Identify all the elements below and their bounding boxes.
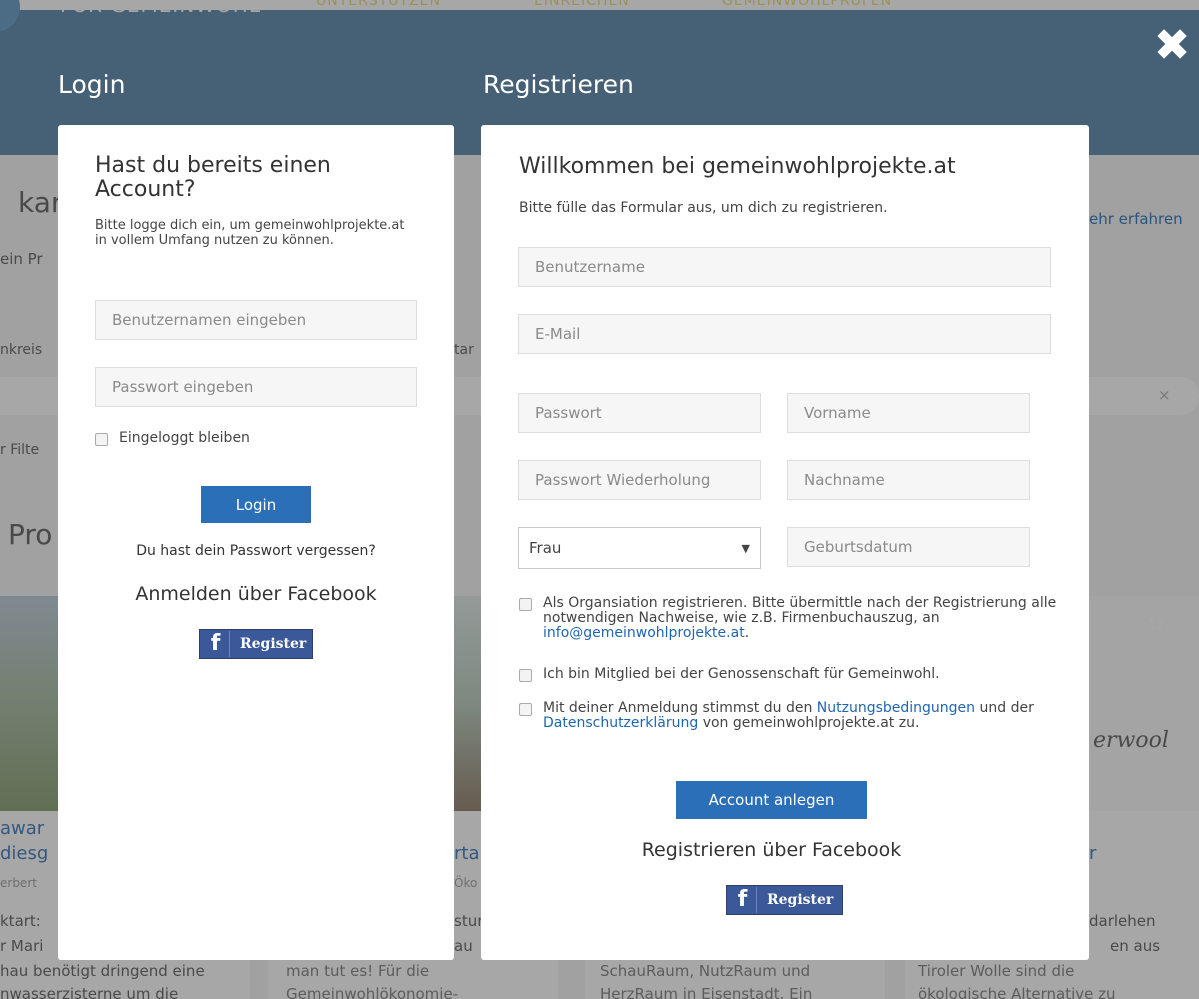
login-button[interactable]: Login bbox=[201, 486, 311, 523]
member-label: Ich bin Mitglied bei der Genossenschaft … bbox=[543, 666, 940, 682]
terms-checkbox-row[interactable]: Mit deiner Anmeldung stimmst du den Nutz… bbox=[519, 701, 1059, 731]
checkbox-box[interactable] bbox=[519, 703, 532, 716]
login-section-title: Login bbox=[58, 70, 126, 99]
register-password-input[interactable] bbox=[518, 393, 761, 433]
gender-select-value: Frau bbox=[529, 539, 562, 557]
terms-link[interactable]: Nutzungsbedingungen bbox=[817, 700, 975, 716]
checkbox-box[interactable] bbox=[519, 598, 532, 611]
organisation-label: Als Organsiation registrieren. Bitte übe… bbox=[543, 595, 1057, 626]
register-facebook-button[interactable]: f Register bbox=[726, 885, 843, 915]
remember-me-checkbox[interactable]: Eingeloggt bleiben bbox=[95, 431, 415, 446]
facebook-icon: f bbox=[202, 631, 230, 657]
facebook-button-label: Register bbox=[767, 892, 834, 908]
contact-email-link[interactable]: info@gemeinwohlprojekte.at bbox=[543, 625, 745, 641]
login-heading: Hast du bereits einen Account? bbox=[95, 153, 331, 202]
create-account-button[interactable]: Account anlegen bbox=[676, 781, 867, 819]
gender-select[interactable]: Frau ▼ bbox=[518, 527, 761, 569]
remember-me-label: Eingeloggt bleiben bbox=[119, 430, 250, 446]
checkbox-box[interactable] bbox=[95, 433, 108, 446]
login-panel: Hast du bereits einen Account? Bitte log… bbox=[58, 125, 454, 960]
forgot-password-link[interactable]: Du hast dein Passwort vergessen? bbox=[58, 543, 454, 559]
register-lastname-input[interactable] bbox=[787, 460, 1030, 500]
login-username-input[interactable] bbox=[95, 300, 417, 340]
register-password-repeat-input[interactable] bbox=[518, 460, 761, 500]
chevron-down-icon: ▼ bbox=[741, 541, 750, 555]
register-section-title: Registrieren bbox=[483, 70, 634, 99]
member-checkbox-row[interactable]: Ich bin Mitglied bei der Genossenschaft … bbox=[519, 667, 1059, 682]
organisation-checkbox-row[interactable]: Als Organsiation registrieren. Bitte übe… bbox=[519, 596, 1059, 641]
register-panel: Willkommen bei gemeinwohlprojekte.at Bit… bbox=[481, 125, 1089, 960]
facebook-icon: f bbox=[729, 887, 757, 913]
register-birthdate-input[interactable] bbox=[787, 527, 1030, 567]
login-facebook-button[interactable]: f Register bbox=[199, 629, 313, 659]
register-email-input[interactable] bbox=[518, 314, 1051, 354]
register-firstname-input[interactable] bbox=[787, 393, 1030, 433]
login-description: Bitte logge dich ein, um gemeinwohlproje… bbox=[95, 218, 405, 248]
login-facebook-heading: Anmelden über Facebook bbox=[135, 583, 377, 605]
privacy-link[interactable]: Datenschutzerklärung bbox=[543, 715, 698, 731]
register-username-input[interactable] bbox=[518, 247, 1051, 287]
facebook-button-label: Register bbox=[240, 636, 307, 652]
close-icon[interactable]: ✖ bbox=[1152, 24, 1192, 68]
register-subheading: Bitte fülle das Formular aus, um dich zu… bbox=[519, 200, 888, 216]
checkbox-box[interactable] bbox=[519, 669, 532, 682]
register-heading: Willkommen bei gemeinwohlprojekte.at bbox=[519, 154, 956, 179]
register-facebook-heading: Registrieren über Facebook bbox=[641, 839, 902, 861]
login-password-input[interactable] bbox=[95, 367, 417, 407]
